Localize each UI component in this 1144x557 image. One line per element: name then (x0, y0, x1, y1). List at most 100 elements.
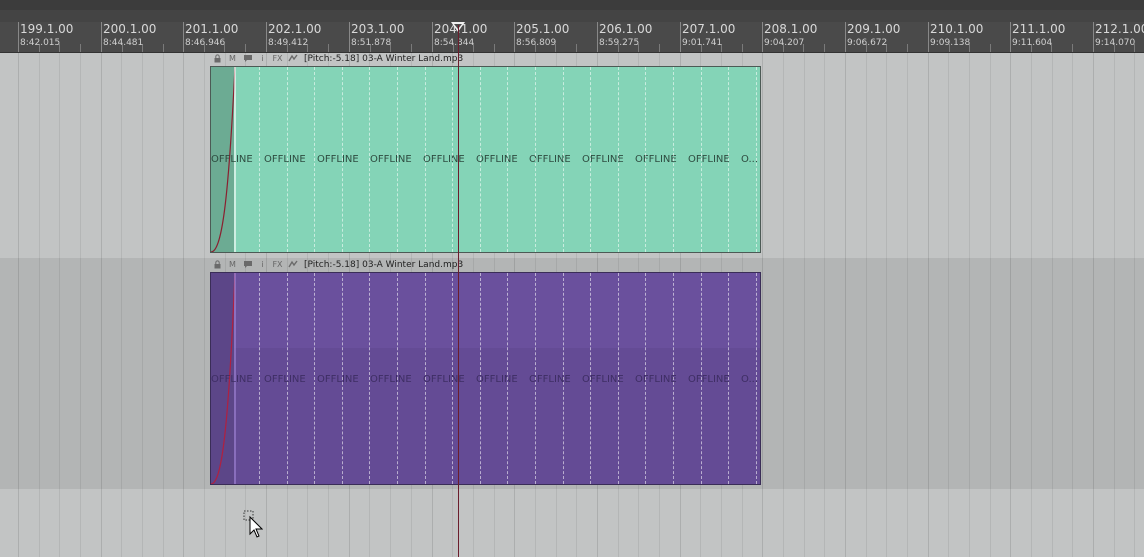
grid-line (762, 53, 763, 557)
item-slice-line (645, 67, 646, 252)
grid-line (204, 53, 205, 557)
lock-icon[interactable] (211, 54, 224, 64)
ruler-bar-tick (101, 22, 102, 52)
offline-label: OFFLINE (211, 154, 253, 165)
ruler-bar-tick (597, 22, 598, 52)
item-slice-line (480, 67, 481, 252)
mouse-pointer-icon (243, 510, 264, 540)
ruler-beat-tick (907, 44, 908, 52)
ruler-bar-label: 212.1.00 (1095, 22, 1144, 36)
item-name: [Pitch:-5.18] 03-A Winter Land.mp3 (304, 54, 464, 64)
info-button[interactable]: i (256, 260, 269, 270)
envelope-icon[interactable] (286, 54, 299, 64)
item-slice-line (756, 273, 757, 484)
item-slice-line (314, 273, 315, 484)
mute-button[interactable]: M (226, 260, 239, 270)
ruler-bar-label: 206.1.00 (599, 22, 653, 36)
offline-label: OFFLINE (688, 374, 730, 385)
item-slice-line (563, 67, 564, 252)
item-slice-line (535, 67, 536, 252)
ruler-bar-label: 203.1.00 (351, 22, 405, 36)
offline-label: OFFLINE (635, 154, 677, 165)
offline-label: OFFLINE (317, 374, 359, 385)
ruler-time-label: 9:09.138 (930, 38, 971, 48)
ruler-bar-label: 200.1.00 (103, 22, 157, 36)
item-slice-line (701, 273, 702, 484)
envelope-icon[interactable] (286, 260, 299, 270)
item-slice-line (673, 67, 674, 252)
info-button[interactable]: i (256, 54, 269, 64)
item-slice-line (535, 273, 536, 484)
item-slice-line (563, 273, 564, 484)
grid-line (928, 53, 929, 557)
grid-line (80, 53, 81, 557)
ruler-beat-tick (576, 44, 577, 52)
ruler-bar-label: 201.1.00 (185, 22, 239, 36)
ruler-time-label: 8:49.412 (268, 38, 309, 48)
notes-icon[interactable] (241, 260, 254, 270)
ruler-beat-tick (659, 44, 660, 52)
ruler-bar-tick (1010, 22, 1011, 52)
grid-line (886, 53, 887, 557)
offline-label: OFFLINE (370, 154, 412, 165)
ruler-bar-label: 205.1.00 (516, 22, 570, 36)
grid-line (121, 53, 122, 557)
grid-line (804, 53, 805, 557)
grid-line (1134, 53, 1135, 557)
item-slice-line (645, 273, 646, 484)
play-cursor[interactable] (458, 25, 459, 557)
item-slice-line (287, 273, 288, 484)
item-slice-line (701, 67, 702, 252)
lock-icon[interactable] (211, 260, 224, 270)
arrange-view[interactable]: M i FX [Pitch:-5.18] 03-A Winter Land.mp… (0, 53, 1144, 557)
ruler-bar-label: 207.1.00 (682, 22, 736, 36)
ruler-time-label: 9:04.207 (764, 38, 805, 48)
notes-icon[interactable] (241, 54, 254, 64)
grid-line (783, 53, 784, 557)
ruler-bar-tick (928, 22, 929, 52)
grid-line (183, 53, 184, 557)
grid-line (907, 53, 908, 557)
grid-line (969, 53, 970, 557)
offline-label: OFFLINE (635, 374, 677, 385)
grid-line (142, 53, 143, 557)
ruler-beat-tick (411, 44, 412, 52)
offline-label: OFFLINE (476, 374, 518, 385)
ruler-bar-label: 209.1.00 (847, 22, 901, 36)
item-header: M i FX [Pitch:-5.18] 03-A Winter Land.mp… (210, 259, 761, 271)
ruler-time-label: 9:11.604 (1012, 38, 1053, 48)
fx-button[interactable]: FX (271, 260, 284, 270)
grid-line (845, 53, 846, 557)
item-slice-line (397, 67, 398, 252)
fx-button[interactable]: FX (271, 54, 284, 64)
item-slice-line (369, 273, 370, 484)
offline-label: OFFLINE (370, 374, 412, 385)
item-waveform-area[interactable]: OFFLINE OFFLINE OFFLINE OFFLINE OFFLINE OFFLI… (210, 272, 761, 485)
timeline-ruler[interactable]: 199.1.00 8:42.015 200.1.00 8:44.481 201.1.00… (0, 10, 1144, 53)
item-slice-line (342, 67, 343, 252)
ruler-beat-tick (990, 44, 991, 52)
item-waveform-area[interactable]: OFFLINE OFFLINE OFFLINE OFFLINE OFFLINE OFFLI… (210, 66, 761, 253)
item-slice-line (314, 67, 315, 252)
grid-line (948, 53, 949, 557)
ruler-time-label: 8:44.481 (103, 38, 144, 48)
ruler-bar-label: 208.1.00 (764, 22, 818, 36)
ruler-beat-tick (742, 44, 743, 52)
ruler-bar-tick (432, 22, 433, 52)
grid-line (1114, 53, 1115, 557)
ruler-beat-tick (80, 44, 81, 52)
track-lane-empty[interactable] (0, 489, 1144, 557)
item-header: M i FX [Pitch:-5.18] 03-A Winter Land.mp… (210, 53, 761, 65)
item-slice-line (618, 273, 619, 484)
item-slice-line (507, 67, 508, 252)
grid-line (39, 53, 40, 557)
mute-button[interactable]: M (226, 54, 239, 64)
ruler-bar-tick (514, 22, 515, 52)
item-slice-line (728, 67, 729, 252)
item-slice-line (425, 67, 426, 252)
ruler-bar-tick (18, 22, 19, 52)
ruler-bar-tick (762, 22, 763, 52)
ruler-time-label: 8:46.946 (185, 38, 226, 48)
item-slice-line (480, 273, 481, 484)
item-slice-line (452, 273, 453, 484)
